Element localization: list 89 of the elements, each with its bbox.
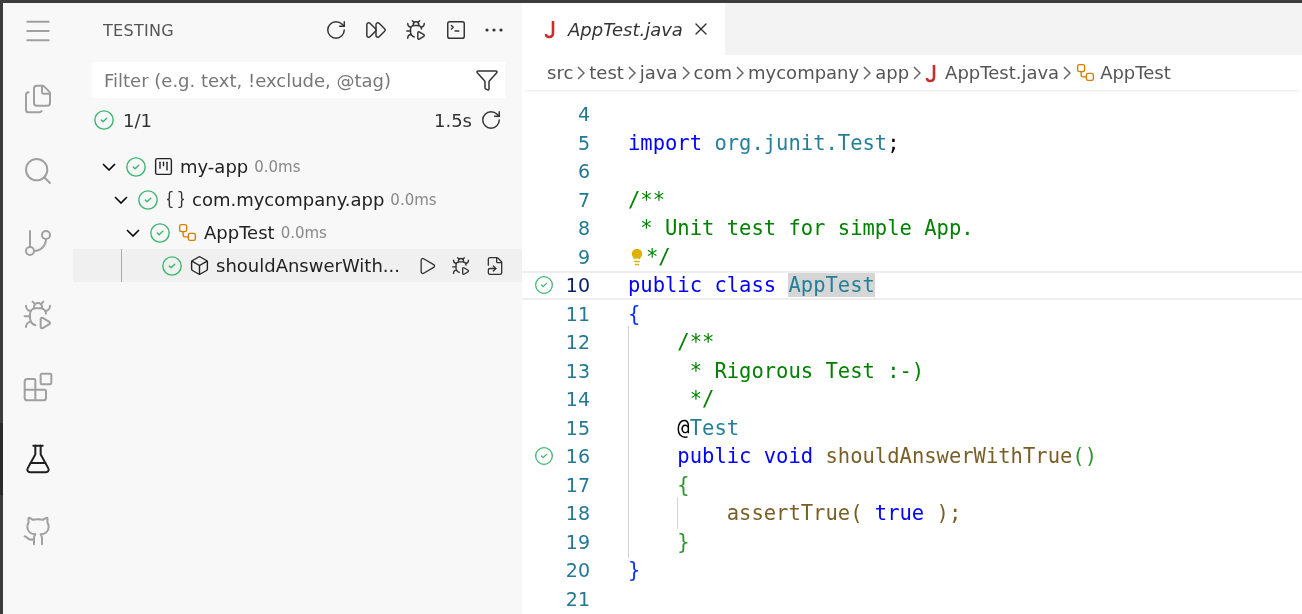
test-name: shouldAnswerWith... (216, 255, 400, 276)
code-token: @ (677, 415, 690, 440)
line-number: 14 (564, 388, 590, 411)
line-number: 5 (576, 131, 590, 154)
breadcrumb[interactable]: src (547, 62, 574, 83)
code-token: * Rigorous Test :-) (689, 358, 925, 383)
line-number: 12 (564, 331, 590, 354)
test-name: my-app (180, 156, 249, 177)
code-token: ; (887, 130, 900, 155)
chevron-icon (627, 65, 636, 80)
class-icon (1075, 62, 1097, 83)
code-token: ); (935, 501, 962, 526)
code-token: /** (677, 330, 715, 355)
line-number: 6 (576, 160, 590, 183)
breadcrumb[interactable]: app (875, 62, 910, 83)
breadcrumb[interactable]: AppTest.java (945, 62, 1060, 83)
line-number: 16 (564, 445, 590, 468)
code-token: class (714, 273, 778, 298)
class-icon (177, 222, 198, 243)
code-token: public (677, 444, 753, 469)
line-number: 18 (564, 502, 590, 525)
breadcrumb[interactable]: AppTest (1100, 62, 1171, 83)
line-number: 19 (564, 530, 590, 553)
code-token: } (677, 529, 690, 554)
filter-icon[interactable] (475, 68, 499, 92)
test-duration: 1.5s (434, 109, 472, 131)
panel-title: TESTING (103, 20, 175, 40)
test-duration: 0.0ms (280, 223, 327, 242)
test-tree-row[interactable]: shouldAnswerWith... (73, 249, 522, 282)
code-token: } (628, 558, 641, 583)
test-duration: 0.0ms (254, 157, 301, 176)
test-count: 1/1 (123, 109, 152, 131)
line-number: 9 (576, 245, 590, 268)
line-number: 17 (564, 473, 590, 496)
debug-run-icon (405, 19, 427, 41)
chevron-icon (1063, 65, 1072, 80)
refresh-icon (325, 19, 347, 41)
code-token: Test (689, 415, 740, 440)
test-tree-row[interactable]: com.mycompany.app 0.0ms (73, 183, 522, 216)
rerun-icon[interactable] (480, 109, 502, 131)
code-token: { (628, 301, 641, 326)
code-token: void (763, 444, 815, 469)
line-number: 21 (564, 587, 590, 610)
breadcrumb[interactable]: com (693, 62, 733, 83)
line-number: 8 (576, 217, 590, 240)
code-token: org.junit.Test (714, 130, 888, 155)
chevron-icon (736, 65, 745, 80)
run-all-icon (365, 19, 387, 41)
line-number: 15 (564, 416, 590, 439)
code-token: AppTest (788, 273, 875, 298)
code-token: import (628, 130, 704, 155)
chevron-icon (863, 65, 872, 80)
code-token: () (1072, 444, 1097, 469)
line-number: 13 (564, 359, 590, 382)
breadcrumb[interactable]: java (639, 62, 678, 83)
test-name: com.mycompany.app (192, 189, 385, 210)
cube-icon (189, 255, 210, 276)
code-token: public (628, 273, 704, 298)
editor-tab[interactable]: AppTest.java (522, 3, 725, 55)
chevron-icon[interactable] (114, 195, 128, 204)
code-token: */ (646, 244, 671, 269)
code-token: /** (628, 187, 666, 212)
line-number: 11 (564, 302, 590, 325)
more-icon (485, 28, 503, 32)
breadcrumb[interactable]: mycompany (748, 62, 860, 83)
line-number: 4 (576, 103, 590, 126)
code-token: shouldAnswerWithTrue (825, 444, 1073, 469)
code-token: */ (689, 387, 715, 412)
terminal-icon (445, 19, 467, 41)
code-token: * Unit test for simple App. (640, 216, 974, 241)
breadcrumb[interactable]: test (589, 62, 624, 83)
test-name: AppTest (204, 222, 275, 243)
test-duration: 0.0ms (390, 190, 437, 209)
braces-icon (165, 189, 186, 210)
code-token: { (677, 472, 690, 497)
test-tree-row[interactable]: my-app 0.0ms (73, 150, 522, 183)
filter-field[interactable]: Filter (e.g. text, !exclude, @tag) (92, 62, 505, 98)
chevron-icon[interactable] (126, 228, 140, 237)
chevron-icon (681, 65, 690, 80)
test-tree-row[interactable]: AppTest 0.0ms (73, 216, 522, 249)
code-token: true (874, 501, 925, 526)
chevron-icon[interactable] (102, 162, 116, 171)
line-number: 10 (564, 274, 590, 297)
code-token: assertTrue( (726, 501, 864, 526)
chevron-icon (577, 65, 586, 80)
chevron-icon (913, 65, 922, 80)
line-number: 7 (576, 188, 590, 211)
line-number: 20 (564, 559, 590, 582)
project-icon (153, 156, 174, 177)
